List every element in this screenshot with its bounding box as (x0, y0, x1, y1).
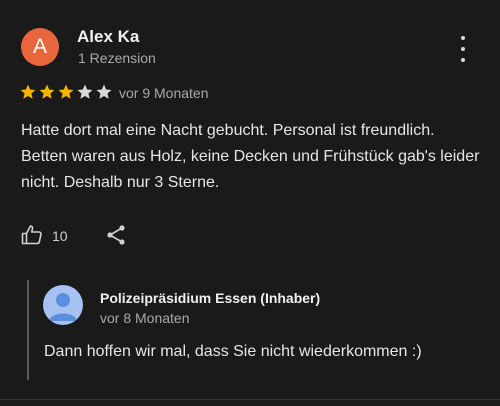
star-filled-icon (20, 84, 36, 99)
reply-divider (27, 280, 29, 380)
star-filled-icon (58, 84, 74, 99)
like-count: 10 (52, 228, 68, 244)
author-avatar[interactable]: A (21, 28, 59, 66)
star-empty-icon (77, 84, 93, 99)
author-name[interactable]: Alex Ka (77, 27, 139, 47)
author-review-count: 1 Rezension (78, 50, 156, 66)
review-card: A Alex Ka 1 Rezension vor 9 Monaten Hatt… (0, 0, 500, 406)
star-rating (19, 83, 114, 101)
star-filled-icon (39, 84, 55, 99)
share-icon[interactable] (104, 223, 128, 247)
owner-name[interactable]: Polizeipräsidium Essen (Inhaber) (100, 290, 320, 306)
reply-time: vor 8 Monaten (100, 310, 190, 326)
owner-reply-text: Dann hoffen wir mal, dass Sie nicht wied… (44, 343, 422, 360)
thumbs-up-icon[interactable] (20, 223, 44, 247)
default-person-icon[interactable] (43, 285, 83, 325)
review-text: Hatte dort mal eine Nacht gebucht. Perso… (21, 122, 480, 191)
bottom-divider (0, 399, 500, 400)
more-options-icon[interactable] (456, 36, 470, 62)
star-empty-icon (96, 84, 112, 99)
review-time: vor 9 Monaten (119, 85, 209, 101)
